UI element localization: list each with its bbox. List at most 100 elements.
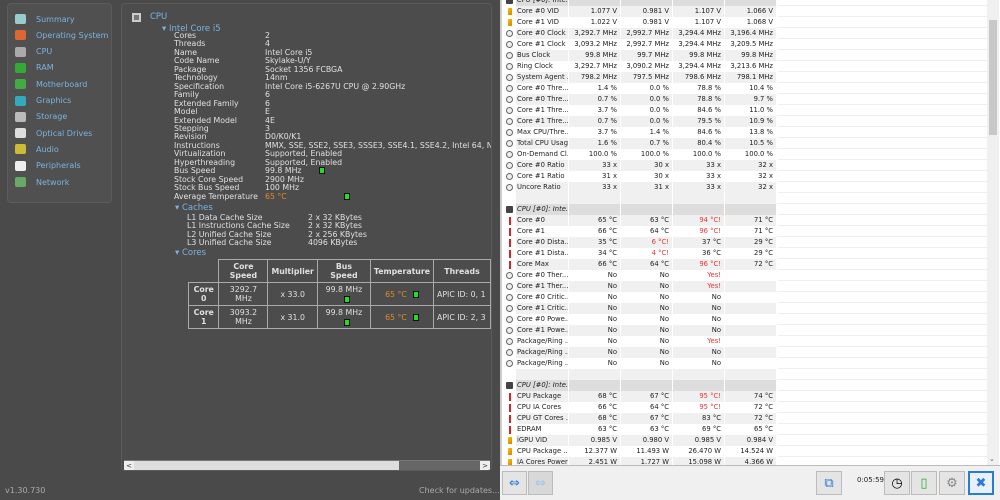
lightning-icon	[508, 448, 512, 455]
chip-icon	[506, 206, 513, 213]
current-value: No	[569, 347, 621, 358]
gauge-icon	[506, 151, 513, 158]
header-cell	[673, 380, 725, 391]
blank-cell	[569, 369, 621, 380]
cache-name: L3 Unified Cache Size	[187, 238, 272, 248]
core-name-text: Core 0	[193, 285, 214, 303]
close-icon[interactable]: ✖	[968, 471, 994, 495]
minimum-value: 2,992.7 MHz	[621, 39, 673, 50]
maximum-value: Yes!	[673, 281, 725, 292]
settings-gear-icon[interactable]: ⚙	[939, 471, 965, 495]
maximum-value: Yes!	[673, 270, 725, 281]
sidebar-item-ram[interactable]: RAM	[15, 61, 54, 75]
core-row: Core 1 3093.2 MHz x 31.0 99.8 MHz 65 °C APIC …	[187, 305, 491, 329]
sensor-name: Core #1 Dista...	[517, 248, 569, 259]
sidebar-item-peripherals[interactable]: Peripherals	[15, 159, 81, 173]
sidebar-item-audio[interactable]: Audio	[15, 142, 59, 156]
average-value: 32 x	[725, 182, 777, 193]
average-value: 72 °C	[725, 413, 777, 424]
current-value: 3,292.7 MHz	[569, 28, 621, 39]
average-value: 32 x	[725, 171, 777, 182]
header-cell	[569, 380, 621, 391]
cores-table: Core Speed Multiplier Bus Speed Temperat…	[187, 259, 491, 329]
scrollbar-thumb[interactable]	[134, 461, 399, 470]
maximum-value: 95 °C!	[673, 391, 725, 402]
sensor-name: Core #1 VID	[516, 17, 569, 28]
sensor-row[interactable]: IA Cores Power 2.451 W 1.727 W 15.098 W 4.36…	[503, 457, 989, 465]
core-multiplier: x 31.0	[267, 305, 318, 329]
gauge-icon	[506, 96, 513, 103]
group-title: CPU [#0]: Inte...	[516, 380, 569, 391]
blank-cell	[516, 369, 569, 380]
sensor-name: Max CPU/Thre...	[517, 127, 569, 138]
scroll-left-button[interactable]: <	[124, 461, 134, 470]
gauge-icon	[506, 140, 513, 147]
sidebar-item-operating-system[interactable]: Operating System	[15, 28, 108, 42]
vertical-scrollbar[interactable]: ⌄	[987, 0, 999, 465]
sensor-name: Ring Clock	[516, 61, 569, 72]
sidebar-item-graphics[interactable]: Graphics	[15, 94, 71, 108]
cpu-details-panel: CPU ▾ Intel Core i5 Cores 2 Threads 4 Name In…	[121, 3, 492, 471]
scrollbar-thumb[interactable]	[989, 20, 997, 135]
network-icon[interactable]: ⧉	[816, 471, 842, 495]
sensor-name: Core #1 Powe...	[516, 325, 569, 336]
thermometer-icon	[509, 393, 511, 401]
sidebar-item-storage[interactable]: Storage	[15, 110, 67, 124]
horizontal-scrollbar[interactable]: < >	[124, 460, 490, 470]
average-value: 99.8 MHz	[725, 50, 777, 61]
sensor-name: Package/Ring ...	[517, 336, 569, 347]
sidebar-item-optical-drives[interactable]: Optical Drives	[15, 126, 92, 140]
current-value: No	[569, 336, 621, 347]
sensor-name: Core #0	[516, 215, 569, 226]
current-value: 66 °C	[569, 402, 621, 413]
gauge-icon	[506, 30, 513, 37]
collapse-arrows-button[interactable]: ⇔	[528, 471, 553, 495]
minimum-value: 1.4 %	[621, 127, 673, 138]
cores-node[interactable]: ▾ Cores	[175, 248, 206, 258]
minimum-value: No	[621, 358, 673, 369]
expand-arrows-button[interactable]: ⇔	[502, 471, 527, 495]
scroll-down-icon[interactable]: ⌄	[989, 455, 995, 463]
sidebar-item-motherboard[interactable]: Motherboard	[15, 77, 87, 91]
status-indicator-icon	[412, 314, 419, 321]
minimum-value: 1.727 W	[621, 457, 673, 465]
sidebar-item-network[interactable]: Network	[15, 175, 69, 189]
core-temperature: 65 °C	[369, 305, 435, 329]
maximum-value: 96 °C!	[673, 259, 725, 270]
gauge-icon	[506, 162, 513, 169]
sensor-name: Bus Clock	[516, 50, 569, 61]
check-updates-link[interactable]: Check for updates...	[419, 486, 500, 495]
thermometer-icon	[509, 250, 511, 258]
average-value: 10.4 %	[725, 83, 777, 94]
minimum-value: No	[621, 325, 673, 336]
average-value: 1.068 V	[725, 17, 777, 28]
lightning-icon	[508, 8, 512, 15]
caches-node[interactable]: ▾ Caches	[175, 203, 213, 213]
maximum-value: 1.107 V	[673, 17, 725, 28]
current-value: 35 °C	[569, 237, 621, 248]
maximum-value: 3,294.4 MHz	[673, 28, 725, 39]
maximum-value: No	[673, 292, 725, 303]
core-bus-speed-text: 99.8 MHz	[325, 285, 363, 294]
gauge-icon	[506, 316, 513, 323]
core-threads: APIC ID: 2, 3	[433, 305, 491, 329]
summary-icon	[15, 14, 26, 24]
gauge-icon	[506, 74, 513, 81]
minimum-value: No	[621, 303, 673, 314]
property-value: 65 °C	[265, 191, 287, 201]
sidebar-item-summary[interactable]: Summary	[15, 12, 75, 26]
sidebar-item-cpu[interactable]: CPU	[15, 45, 52, 59]
average-value: 72 °C	[725, 259, 777, 270]
sensor-name: CPU GT Cores ...	[516, 413, 569, 424]
scroll-right-button[interactable]: >	[480, 461, 490, 470]
version-label: v1.30.730	[5, 486, 46, 495]
col-header: Threads	[433, 259, 491, 283]
current-value: 3,093.2 MHz	[569, 39, 621, 50]
minimum-value: 67 °C	[621, 413, 673, 424]
clock-icon[interactable]: ◷	[884, 471, 910, 495]
maximum-value: 80.4 %	[673, 138, 725, 149]
core-threads: APIC ID: 0, 1	[433, 282, 491, 306]
minimum-value: 0.0 %	[621, 83, 673, 94]
blank-cell	[569, 193, 621, 204]
add-report-icon[interactable]: ▯	[911, 471, 937, 495]
